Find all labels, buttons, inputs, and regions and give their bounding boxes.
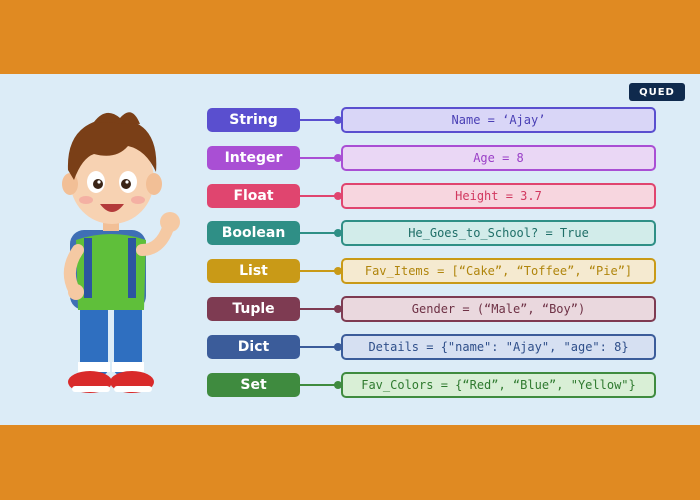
type-label-tuple: Tuple <box>207 297 300 321</box>
connector-line <box>300 308 336 310</box>
connector-line <box>300 232 336 235</box>
example-box-list: Fav_Items = [“Cake”, “Toffee”, “Pie”] <box>341 258 656 285</box>
example-box-float: Height = 3.7 <box>341 182 656 209</box>
connector-line <box>300 383 336 386</box>
type-label-list: List <box>207 259 300 284</box>
connector-line <box>300 156 336 159</box>
type-label-integer: Integer <box>207 145 300 170</box>
example-box-boolean: He_Goes_to_School? = True <box>341 220 656 247</box>
datatype-row-float: Float Height = 3.7 <box>207 182 656 209</box>
connector-line <box>300 345 336 348</box>
datatype-row-tuple: Tuple Gender = (“Male”, “Boy”) <box>207 296 656 322</box>
type-label-string: String <box>207 108 300 132</box>
top-orange-band <box>0 0 700 74</box>
connector-line <box>300 194 336 197</box>
type-label-boolean: Boolean <box>207 221 300 246</box>
bottom-orange-band <box>0 425 700 500</box>
datatype-row-list: List Fav_Items = [“Cake”, “Toffee”, “Pie”… <box>207 258 656 285</box>
datatype-row-set: Set Fav_Colors = {“Red”, “Blue”, "Yellow"… <box>207 371 656 398</box>
type-label-dict: Dict <box>207 334 300 359</box>
example-box-string: Name = ‘Ajay’ <box>341 107 656 133</box>
datatype-row-string: String Name = ‘Ajay’ <box>207 107 656 133</box>
boy-cartoon-illustration <box>62 112 180 393</box>
type-label-set: Set <box>207 372 300 397</box>
qued-logo: QUED <box>629 83 685 101</box>
connector-line <box>300 270 336 273</box>
connector-line <box>300 119 336 121</box>
example-box-set: Fav_Colors = {“Red”, “Blue”, "Yellow"} <box>341 371 656 398</box>
type-label-float: Float <box>207 183 300 208</box>
example-box-tuple: Gender = (“Male”, “Boy”) <box>341 296 656 322</box>
datatype-row-integer: Integer Age = 8 <box>207 144 656 171</box>
datatype-row-boolean: Boolean He_Goes_to_School? = True <box>207 220 656 247</box>
example-box-integer: Age = 8 <box>341 144 656 171</box>
datatype-row-dict: Dict Details = {"name": "Ajay", "age": 8} <box>207 333 656 360</box>
example-box-dict: Details = {"name": "Ajay", "age": 8} <box>341 333 656 360</box>
